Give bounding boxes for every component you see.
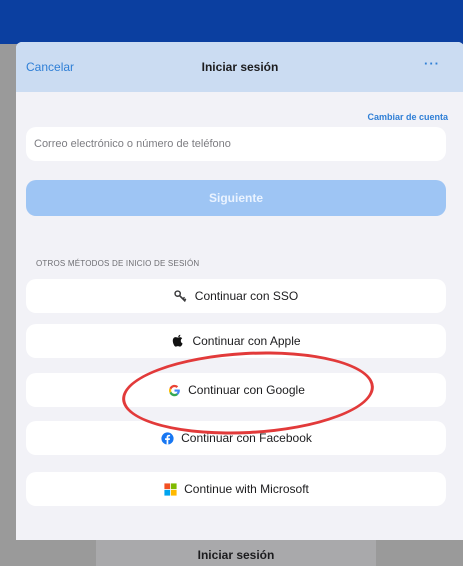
cancel-button[interactable]: Cancelar [26,60,74,74]
more-options-icon[interactable]: ··· [424,56,440,71]
page-title: Iniciar sesión [201,60,279,74]
continue-sso-button[interactable]: Continuar con SSO [26,279,446,313]
navigation-bar: Cancelar Iniciar sesión ··· [16,42,463,92]
signin-bottom-button[interactable]: Iniciar sesión [96,540,376,566]
apple-button-label: Continuar con Apple [192,334,301,348]
google-button-label: Continuar con Google [188,383,305,397]
facebook-icon [160,431,174,445]
google-icon [167,383,181,397]
continue-microsoft-button[interactable]: Continue with Microsoft [26,472,446,506]
signin-sheet: Cancelar Iniciar sesión ··· Cambiar de c… [16,42,463,540]
next-button[interactable]: Siguiente [26,180,446,216]
email-field[interactable] [26,127,446,161]
switch-account-link[interactable]: Cambiar de cuenta [367,112,448,122]
apple-icon [171,334,185,348]
app-screen: Cancelar Iniciar sesión ··· Cambiar de c… [0,0,463,566]
email-input[interactable] [34,138,438,150]
key-icon [174,289,188,303]
other-methods-heading: OTROS MÉTODOS DE INICIO DE SESIÓN [36,259,200,268]
sso-button-label: Continuar con SSO [194,289,299,303]
microsoft-button-label: Continue with Microsoft [184,482,309,496]
continue-apple-button[interactable]: Continuar con Apple [26,324,446,358]
continue-google-button[interactable]: Continuar con Google [26,373,446,407]
facebook-button-label: Continuar con Facebook [181,431,312,445]
microsoft-icon [163,482,177,496]
continue-facebook-button[interactable]: Continuar con Facebook [26,421,446,455]
